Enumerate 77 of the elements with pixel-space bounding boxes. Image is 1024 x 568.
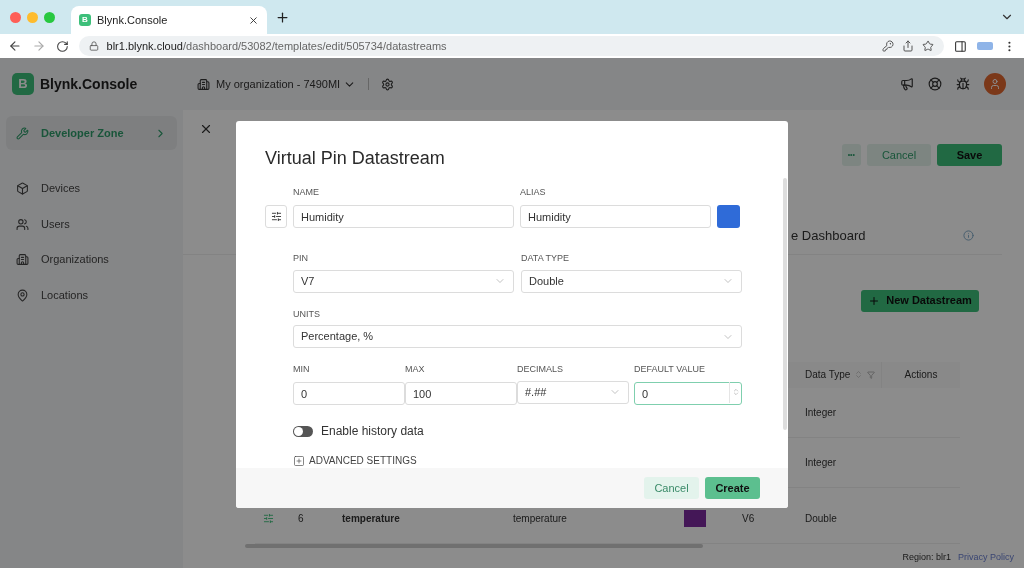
new-tab-icon[interactable]: [275, 9, 290, 25]
modal-title: Virtual Pin Datastream: [265, 147, 446, 170]
toggle-label: Enable history data: [321, 423, 424, 440]
back-icon[interactable]: [8, 39, 22, 53]
horizontal-scrollbar[interactable]: [245, 543, 703, 548]
plus-icon: [868, 294, 881, 307]
field-label: UNITS: [293, 307, 321, 321]
address-bar[interactable]: blr1.blynk.cloud/dashboard/53082/templates/edit/505734/datastreams: [78, 36, 945, 56]
star-icon[interactable]: [922, 40, 935, 52]
url-text: blr1.blynk.cloud/dashboard/53082/templates/edit/505734/datastreams: [106, 38, 447, 54]
default-value-field[interactable]: 0: [634, 382, 742, 405]
name-field[interactable]: Humidity: [293, 205, 514, 228]
help-icon[interactable]: [928, 77, 942, 91]
logo-text: Blynk.Console: [40, 74, 138, 94]
share-icon[interactable]: [902, 40, 915, 52]
table-cell: Integer: [805, 456, 837, 468]
table-cell: Integer: [805, 406, 837, 418]
field-label: DEFAULT VALUE: [634, 363, 707, 376]
field-label: NAME: [293, 186, 320, 199]
alias-field[interactable]: Humidity: [520, 205, 711, 228]
browser-tab[interactable]: B Blynk.Console: [71, 6, 267, 34]
create-button[interactable]: Create: [705, 477, 760, 499]
info-icon: [963, 230, 974, 242]
field-label: DECIMALS: [517, 363, 564, 376]
lock-icon: [88, 41, 99, 51]
privacy-policy-link[interactable]: Privacy Policy: [958, 550, 1014, 564]
field-label: PIN: [293, 252, 309, 265]
logo-icon: B: [12, 73, 34, 95]
cancel-button[interactable]: Cancel: [644, 477, 699, 499]
building-icon: [197, 77, 210, 91]
reload-icon[interactable]: [55, 39, 69, 53]
table-cell: temperature: [513, 512, 567, 524]
close-icon[interactable]: [248, 14, 259, 26]
table-cell: temperature: [342, 512, 400, 524]
sidebar-item[interactable]: Users: [6, 207, 177, 241]
column-header[interactable]: Data Type: [805, 367, 851, 382]
pin-select[interactable]: V7: [293, 269, 514, 293]
table-cell: Double: [805, 512, 837, 524]
locations-icon: [16, 288, 29, 302]
megaphone-icon[interactable]: [900, 77, 914, 91]
settings-icon[interactable]: [381, 77, 395, 91]
table-cell: V6: [742, 512, 755, 524]
color-picker[interactable]: [717, 205, 740, 228]
sidebar-item[interactable]: Locations: [6, 278, 177, 312]
users-icon: [16, 217, 29, 231]
save-button[interactable]: Save: [937, 144, 1002, 166]
units-select[interactable]: Percentage, %: [293, 325, 742, 348]
modal-scrollbar[interactable]: [783, 178, 787, 430]
datastream-icon: [263, 512, 274, 524]
organizations-icon: [16, 253, 29, 266]
decimals-select[interactable]: #.##: [517, 380, 629, 404]
bug-icon[interactable]: [956, 77, 970, 91]
tab-title: Blynk.Console: [97, 12, 169, 28]
data-type-select[interactable]: Double: [521, 269, 742, 293]
region-text: Region: blr1: [902, 550, 951, 564]
field-label: MAX: [405, 363, 426, 376]
avatar[interactable]: [984, 73, 1006, 95]
favicon-icon: B: [79, 14, 91, 26]
plus-icon: [293, 454, 305, 467]
max-field[interactable]: 100: [405, 382, 517, 405]
datastream-icon[interactable]: [265, 205, 287, 228]
field-label: ALIAS: [520, 186, 547, 199]
organization-selector[interactable]: My organization - 7490MI: [216, 75, 357, 93]
toggle-switch[interactable]: [293, 425, 313, 437]
table-cell: 6: [298, 512, 304, 524]
close-icon[interactable]: [199, 122, 213, 136]
advanced-settings-button[interactable]: ADVANCED SETTINGS: [293, 453, 417, 468]
side-panel-icon[interactable]: [954, 39, 968, 53]
field-label: DATA TYPE: [521, 252, 570, 265]
field-label: MIN: [293, 363, 311, 376]
sidebar-item[interactable]: Devices: [6, 171, 177, 206]
new-datastream-button[interactable]: New Datastream: [861, 289, 979, 312]
key-icon[interactable]: [882, 40, 895, 52]
sidebar-item[interactable]: Organizations: [6, 242, 177, 277]
min-field[interactable]: 0: [293, 382, 405, 405]
column-header: Actions: [903, 368, 939, 382]
tab-label[interactable]: e Dashboard: [791, 226, 963, 246]
